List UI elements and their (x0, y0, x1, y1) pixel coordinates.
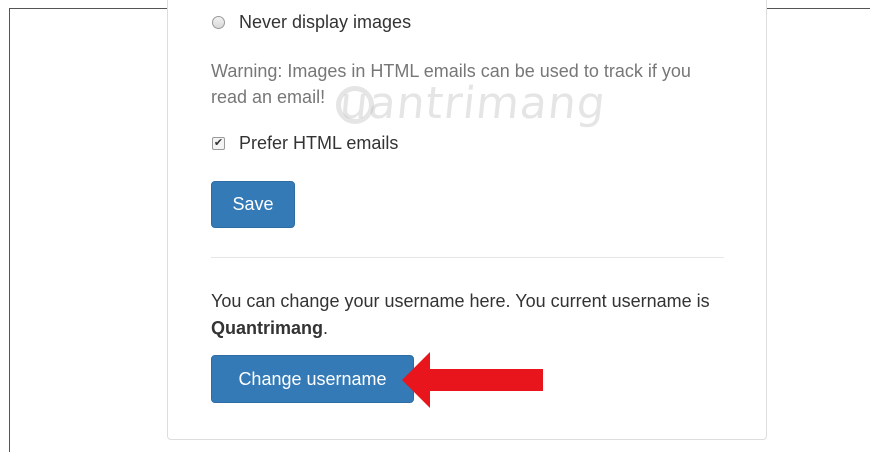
frame-border-left (9, 8, 10, 452)
section-divider (211, 257, 724, 258)
save-button[interactable]: Save (211, 181, 295, 228)
checkbox-label: Prefer HTML emails (239, 133, 399, 153)
username-info-prefix: You can change your username here. You c… (211, 291, 710, 311)
radio-never-display-images[interactable]: Never display images (212, 12, 411, 33)
change-username-button[interactable]: Change username (211, 355, 414, 403)
radio-label: Never display images (239, 12, 412, 32)
radio-button[interactable] (212, 16, 225, 29)
current-username: Quantrimang (211, 318, 324, 338)
username-info: You can change your username here. You c… (211, 288, 731, 342)
image-tracking-warning: Warning: Images in HTML emails can be us… (211, 61, 691, 107)
checkbox-prefer-html-emails[interactable]: ✔ Prefer HTML emails (212, 133, 398, 154)
username-info-suffix: . (323, 318, 329, 338)
checkbox-checked-icon[interactable]: ✔ (212, 137, 225, 150)
